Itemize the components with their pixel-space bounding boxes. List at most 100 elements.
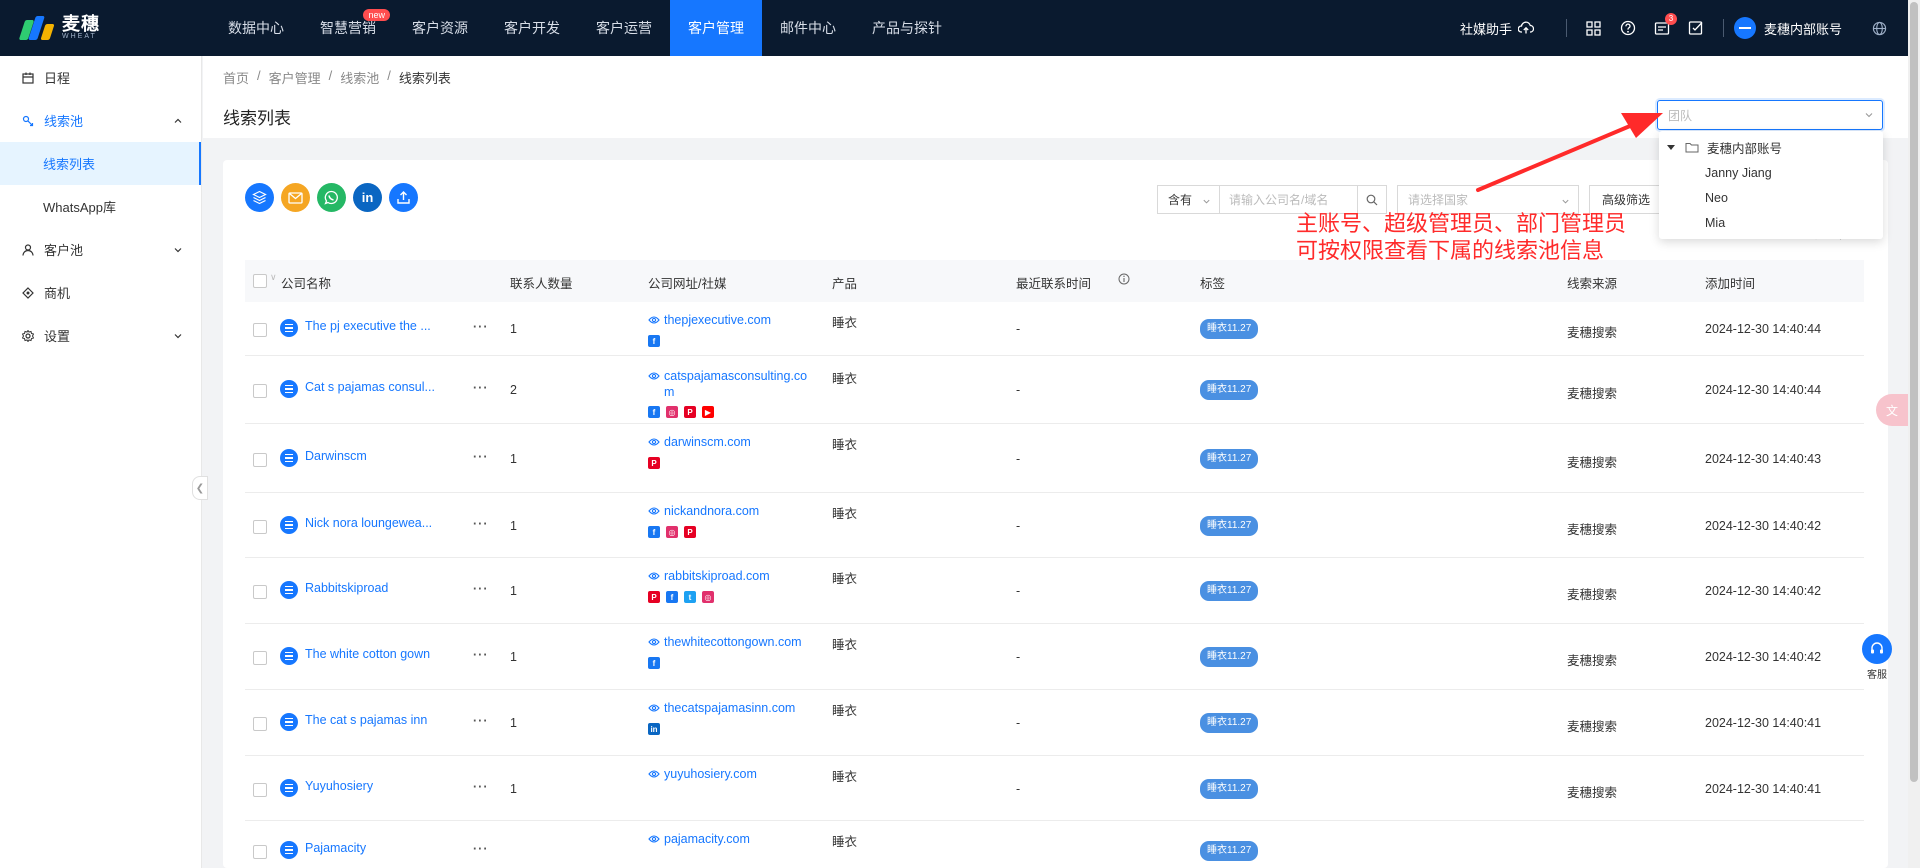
list-detail-icon[interactable]	[280, 841, 298, 859]
social-helper-button[interactable]: 社媒助手	[1460, 19, 1534, 38]
pinterest-icon[interactable]: P	[648, 457, 660, 469]
company-name-link[interactable]: The cat s pajamas inn	[305, 713, 427, 727]
list-detail-icon[interactable]	[280, 380, 298, 398]
company-name-link[interactable]: Yuyuhosiery	[305, 779, 373, 793]
tag-badge[interactable]: 睡衣11.27	[1200, 581, 1259, 601]
instagram-icon[interactable]: ◎	[702, 591, 714, 603]
customer-service-button[interactable]: 客服	[1860, 634, 1894, 681]
export-upload-icon[interactable]	[389, 183, 418, 212]
tag-badge[interactable]: 睡衣11.27	[1200, 647, 1259, 667]
apps-grid-icon[interactable]	[1577, 0, 1611, 56]
nav-item-5[interactable]: 客户管理	[670, 0, 762, 56]
nav-item-3[interactable]: 客户开发	[486, 0, 578, 56]
row-checkbox[interactable]	[253, 323, 267, 337]
whatsapp-icon[interactable]	[317, 183, 346, 212]
facebook-icon[interactable]: f	[666, 591, 678, 603]
company-name-link[interactable]: Nick nora loungewea...	[305, 516, 432, 530]
company-name-link[interactable]: Darwinscm	[305, 449, 367, 463]
linkedin-icon[interactable]: in	[648, 723, 660, 735]
sidebar-item-whatsapp-library[interactable]: WhatsApp库	[0, 185, 201, 228]
tag-badge[interactable]: 睡衣11.27	[1200, 380, 1259, 400]
nav-item-7[interactable]: 产品与探针	[854, 0, 960, 56]
table-row[interactable]: Rabbitskiproad ··· 1 rabbitskiproad.com Pf t ◎…	[245, 558, 1864, 624]
more-actions-icon[interactable]: ···	[473, 582, 489, 596]
col-header-product[interactable]: 产品	[832, 273, 857, 292]
page-scrollbar[interactable]	[1908, 0, 1920, 868]
more-actions-icon[interactable]: ···	[473, 320, 489, 334]
list-detail-icon[interactable]	[280, 779, 298, 797]
nav-item-4[interactable]: 客户运营	[578, 0, 670, 56]
pinterest-icon[interactable]: P	[684, 406, 696, 418]
tag-badge[interactable]: 睡衣11.27	[1200, 449, 1259, 469]
table-row[interactable]: The pj executive the ... ··· 1 thepjexecuti…	[245, 302, 1864, 356]
twitter-icon[interactable]: t	[684, 591, 696, 603]
more-actions-icon[interactable]: ···	[473, 842, 489, 856]
team-select[interactable]: 团队	[1657, 100, 1883, 130]
instagram-icon[interactable]: ◎	[666, 406, 678, 418]
website-link[interactable]: pajamacity.com	[648, 831, 823, 848]
sidebar-item-clue-list[interactable]: 线索列表	[0, 142, 201, 185]
facebook-icon[interactable]: f	[648, 335, 660, 347]
row-checkbox[interactable]	[253, 453, 267, 467]
col-header-website[interactable]: 公司网址/社媒	[648, 273, 726, 292]
tag-badge[interactable]: 睡衣11.27	[1200, 841, 1259, 861]
pinterest-icon[interactable]: P	[684, 526, 696, 538]
more-actions-icon[interactable]: ···	[473, 714, 489, 728]
sidebar-item-schedule[interactable]: 日程	[0, 56, 201, 99]
col-header-last-contact[interactable]: 最近联系时间	[1016, 273, 1091, 292]
website-link[interactable]: darwinscm.com	[648, 434, 823, 451]
nav-item-2[interactable]: 客户资源	[394, 0, 486, 56]
table-row[interactable]: Nick nora loungewea... ··· 1 nickandnora.co…	[245, 493, 1864, 558]
breadcrumb-item[interactable]: 首页	[223, 68, 249, 87]
tag-badge[interactable]: 睡衣11.27	[1200, 319, 1259, 339]
company-name-link[interactable]: Cat s pajamas consul...	[305, 380, 435, 394]
row-checkbox[interactable]	[253, 585, 267, 599]
facebook-icon[interactable]: f	[648, 406, 660, 418]
more-actions-icon[interactable]: ···	[473, 648, 489, 662]
facebook-icon[interactable]: f	[648, 657, 660, 669]
task-check-icon[interactable]	[1679, 0, 1713, 56]
tag-badge[interactable]: 睡衣11.27	[1200, 779, 1259, 799]
company-name-link[interactable]: Rabbitskiproad	[305, 581, 388, 595]
select-all-checkbox[interactable]	[253, 274, 267, 288]
nav-item-1[interactable]: 智慧营销 new	[302, 0, 394, 56]
youtube-icon[interactable]: ▶	[702, 406, 714, 418]
language-globe-icon[interactable]	[1862, 0, 1896, 56]
caret-down-icon[interactable]	[1667, 145, 1675, 150]
pinterest-icon[interactable]: P	[648, 591, 660, 603]
website-link[interactable]: catspajamasconsulting.co m	[648, 368, 823, 400]
table-row[interactable]: The white cotton gown ··· 1 thewhitecottong…	[245, 624, 1864, 690]
sidebar-item-settings[interactable]: 设置	[0, 314, 201, 357]
website-link[interactable]: nickandnora.com	[648, 503, 823, 520]
row-checkbox[interactable]	[253, 651, 267, 665]
nav-item-6[interactable]: 邮件中心	[762, 0, 854, 56]
breadcrumb-item[interactable]: 线索池	[340, 68, 379, 87]
breadcrumb-item[interactable]: 客户管理	[269, 68, 321, 87]
tree-node-member[interactable]: Janny Jiang	[1659, 160, 1883, 185]
website-link[interactable]: thewhitecottongown.com	[648, 634, 823, 651]
account-menu[interactable]: 麦穗内部账号	[1733, 17, 1842, 39]
list-detail-icon[interactable]	[280, 713, 298, 731]
table-row[interactable]: Darwinscm ··· 1 darwinscm.com P 睡衣 - 睡衣11.27 麦穗搜…	[245, 424, 1864, 493]
website-link[interactable]: yuyuhosiery.com	[648, 766, 823, 783]
website-link[interactable]: thepjexecutive.com	[648, 312, 823, 329]
row-checkbox[interactable]	[253, 384, 267, 398]
tree-node-root[interactable]: 麦穗内部账号	[1659, 135, 1883, 160]
list-detail-icon[interactable]	[280, 449, 298, 467]
row-checkbox[interactable]	[253, 717, 267, 731]
tree-node-member[interactable]: Mia	[1659, 210, 1883, 235]
table-row[interactable]: Cat s pajamas consul... ··· 2 catspajamasco…	[245, 356, 1864, 424]
scrollbar-thumb[interactable]	[1910, 2, 1918, 782]
website-link[interactable]: thecatspajamasinn.com	[648, 700, 823, 717]
tag-badge[interactable]: 睡衣11.27	[1200, 713, 1259, 733]
nav-item-0[interactable]: 数据中心	[210, 0, 302, 56]
facebook-icon[interactable]: f	[648, 526, 660, 538]
help-icon[interactable]	[1611, 0, 1645, 56]
col-header-company[interactable]: 公司名称	[281, 273, 331, 292]
row-checkbox[interactable]	[253, 520, 267, 534]
col-header-added[interactable]: 添加时间	[1705, 273, 1755, 292]
info-icon[interactable]	[1118, 273, 1130, 288]
more-actions-icon[interactable]: ···	[473, 517, 489, 531]
sidebar-item-customer-pool[interactable]: 客户池	[0, 228, 201, 271]
sidebar-item-opportunity[interactable]: 商机	[0, 271, 201, 314]
